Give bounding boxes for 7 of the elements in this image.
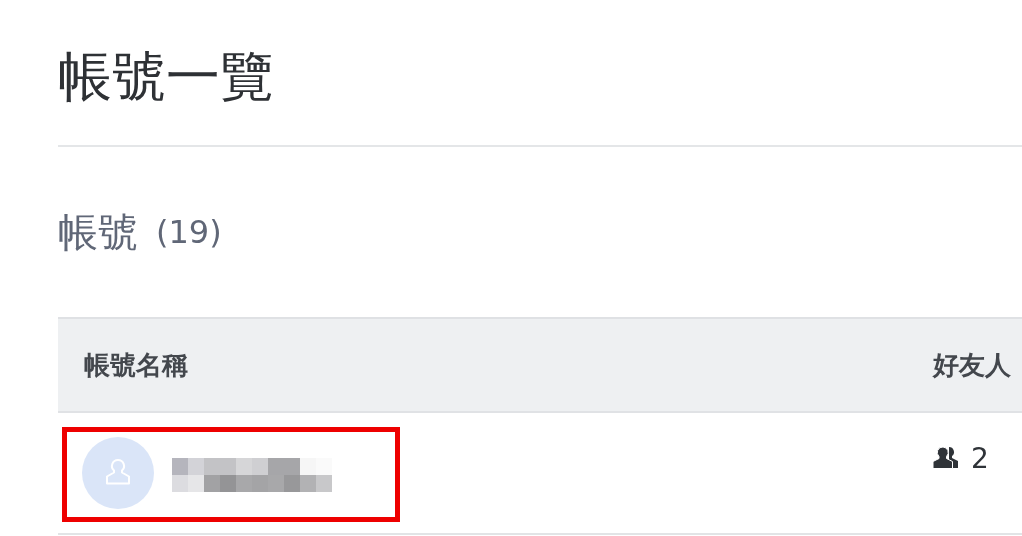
people-icon [933, 445, 961, 471]
column-header: 好友人 [933, 348, 1011, 382]
section-title: 帳號 [58, 207, 138, 257]
page-title: 帳號一覽 [58, 44, 275, 105]
column-header: 帳號名稱 [83, 348, 189, 382]
account-count: (19) [156, 213, 222, 251]
friend-count: 2 [971, 445, 989, 473]
